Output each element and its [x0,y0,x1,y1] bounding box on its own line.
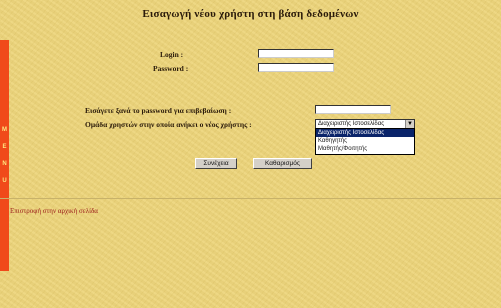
page-title: Εισαγωγή νέου χρήστη στη βάση δεδομένων [142,8,359,20]
chevron-down-icon[interactable]: ▼ [405,120,414,128]
menu-letter-n: N [2,161,7,167]
divider [0,198,501,199]
user-group-option-teacher[interactable]: Καθηγητής [316,137,414,145]
side-menu-bar[interactable]: M E N U [0,40,9,271]
password-label: Password : [153,64,189,73]
menu-letter-u: U [2,178,7,184]
user-group-option-admin[interactable]: Διαχειριστής Ιστοσελίδας [316,129,414,137]
menu-letter-e: E [2,144,7,150]
confirm-password-label: Εισάγετε ξανά το password για επιβεβαίωσ… [85,106,232,115]
reset-button[interactable]: Καθαρισμός [253,158,312,169]
submit-button[interactable]: Συνέχεια [195,158,237,169]
menu-letter-m: M [2,127,7,133]
user-group-dropdown-list[interactable]: Διαχειριστής Ιστοσελίδας Καθηγητής Μαθητ… [315,128,415,155]
password-input[interactable] [258,63,334,72]
user-group-option-student[interactable]: Μαθητής/Φοιτητής [316,145,414,153]
login-input[interactable] [258,49,334,58]
login-label: Login : [160,50,184,59]
back-to-home-link[interactable]: Επιστροφή στην αρχική σελίδα [10,207,98,215]
confirm-password-input[interactable] [315,105,391,114]
user-group-label: Ομάδα χρηστών στην οποία ανήκει ο νέος χ… [85,120,252,129]
user-group-selected-value: Διαχειριστής Ιστοσελίδας [318,121,385,127]
